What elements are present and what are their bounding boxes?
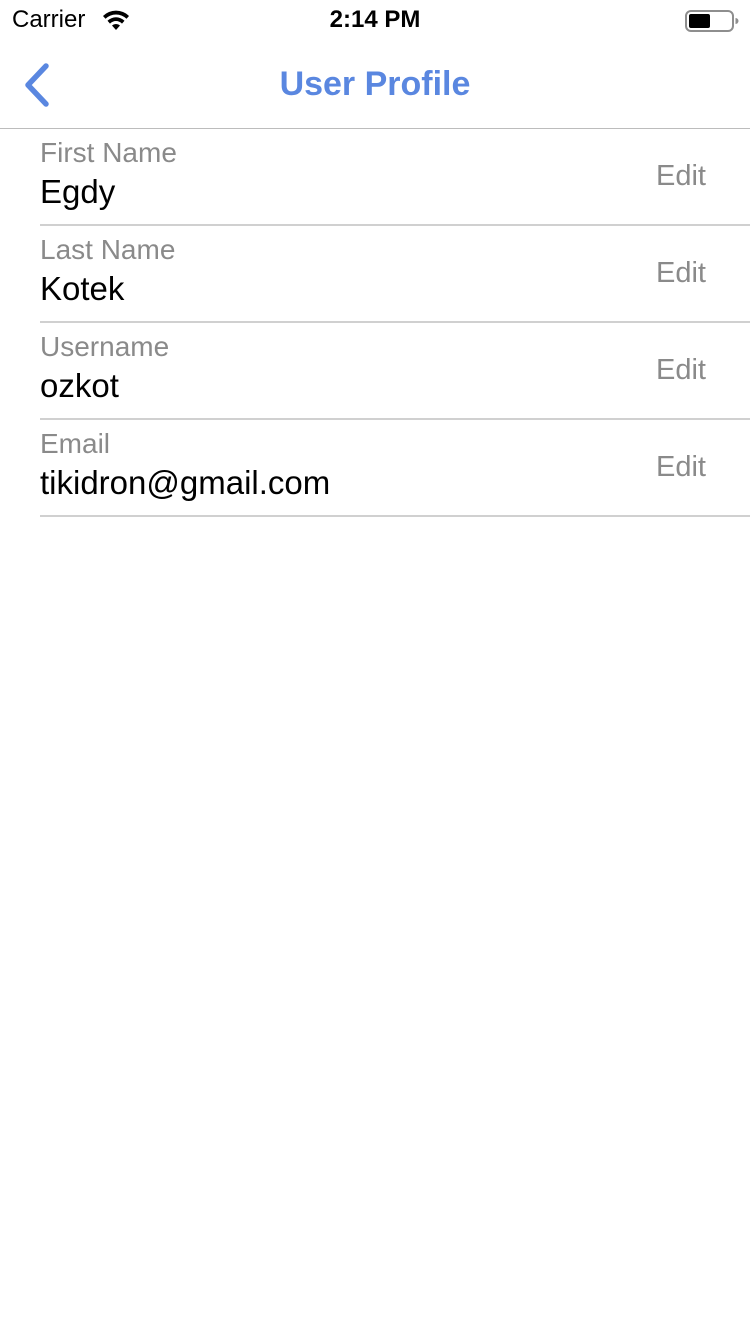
field-label: Email <box>40 428 111 459</box>
edit-last-name-button[interactable]: Edit <box>656 256 706 290</box>
field-label: First Name <box>40 137 177 168</box>
status-time: 2:14 PM <box>329 6 421 33</box>
battery-icon <box>685 9 739 33</box>
list-item-email: Email tikidron@gmail.com Edit <box>40 420 750 517</box>
field-value: Kotek <box>40 270 125 307</box>
field-value: ozkot <box>40 367 119 404</box>
page-title: User Profile <box>279 65 471 103</box>
field-label: Last Name <box>40 234 176 265</box>
navigation-bar: User Profile <box>0 40 750 129</box>
field-label: Username <box>40 331 170 362</box>
edit-username-button[interactable]: Edit <box>656 353 706 387</box>
edit-email-button[interactable]: Edit <box>656 450 706 484</box>
field-value: tikidron@gmail.com <box>40 464 331 501</box>
list-item-first-name: First Name Egdy Edit <box>40 129 750 226</box>
status-bar: Carrier 2:14 PM <box>0 0 750 40</box>
profile-list: First Name Egdy Edit Last Name Kotek Edi… <box>0 129 750 517</box>
edit-first-name-button[interactable]: Edit <box>656 159 706 193</box>
list-item-username: Username ozkot Edit <box>40 323 750 420</box>
field-value: Egdy <box>40 173 116 210</box>
list-item-last-name: Last Name Kotek Edit <box>40 226 750 323</box>
